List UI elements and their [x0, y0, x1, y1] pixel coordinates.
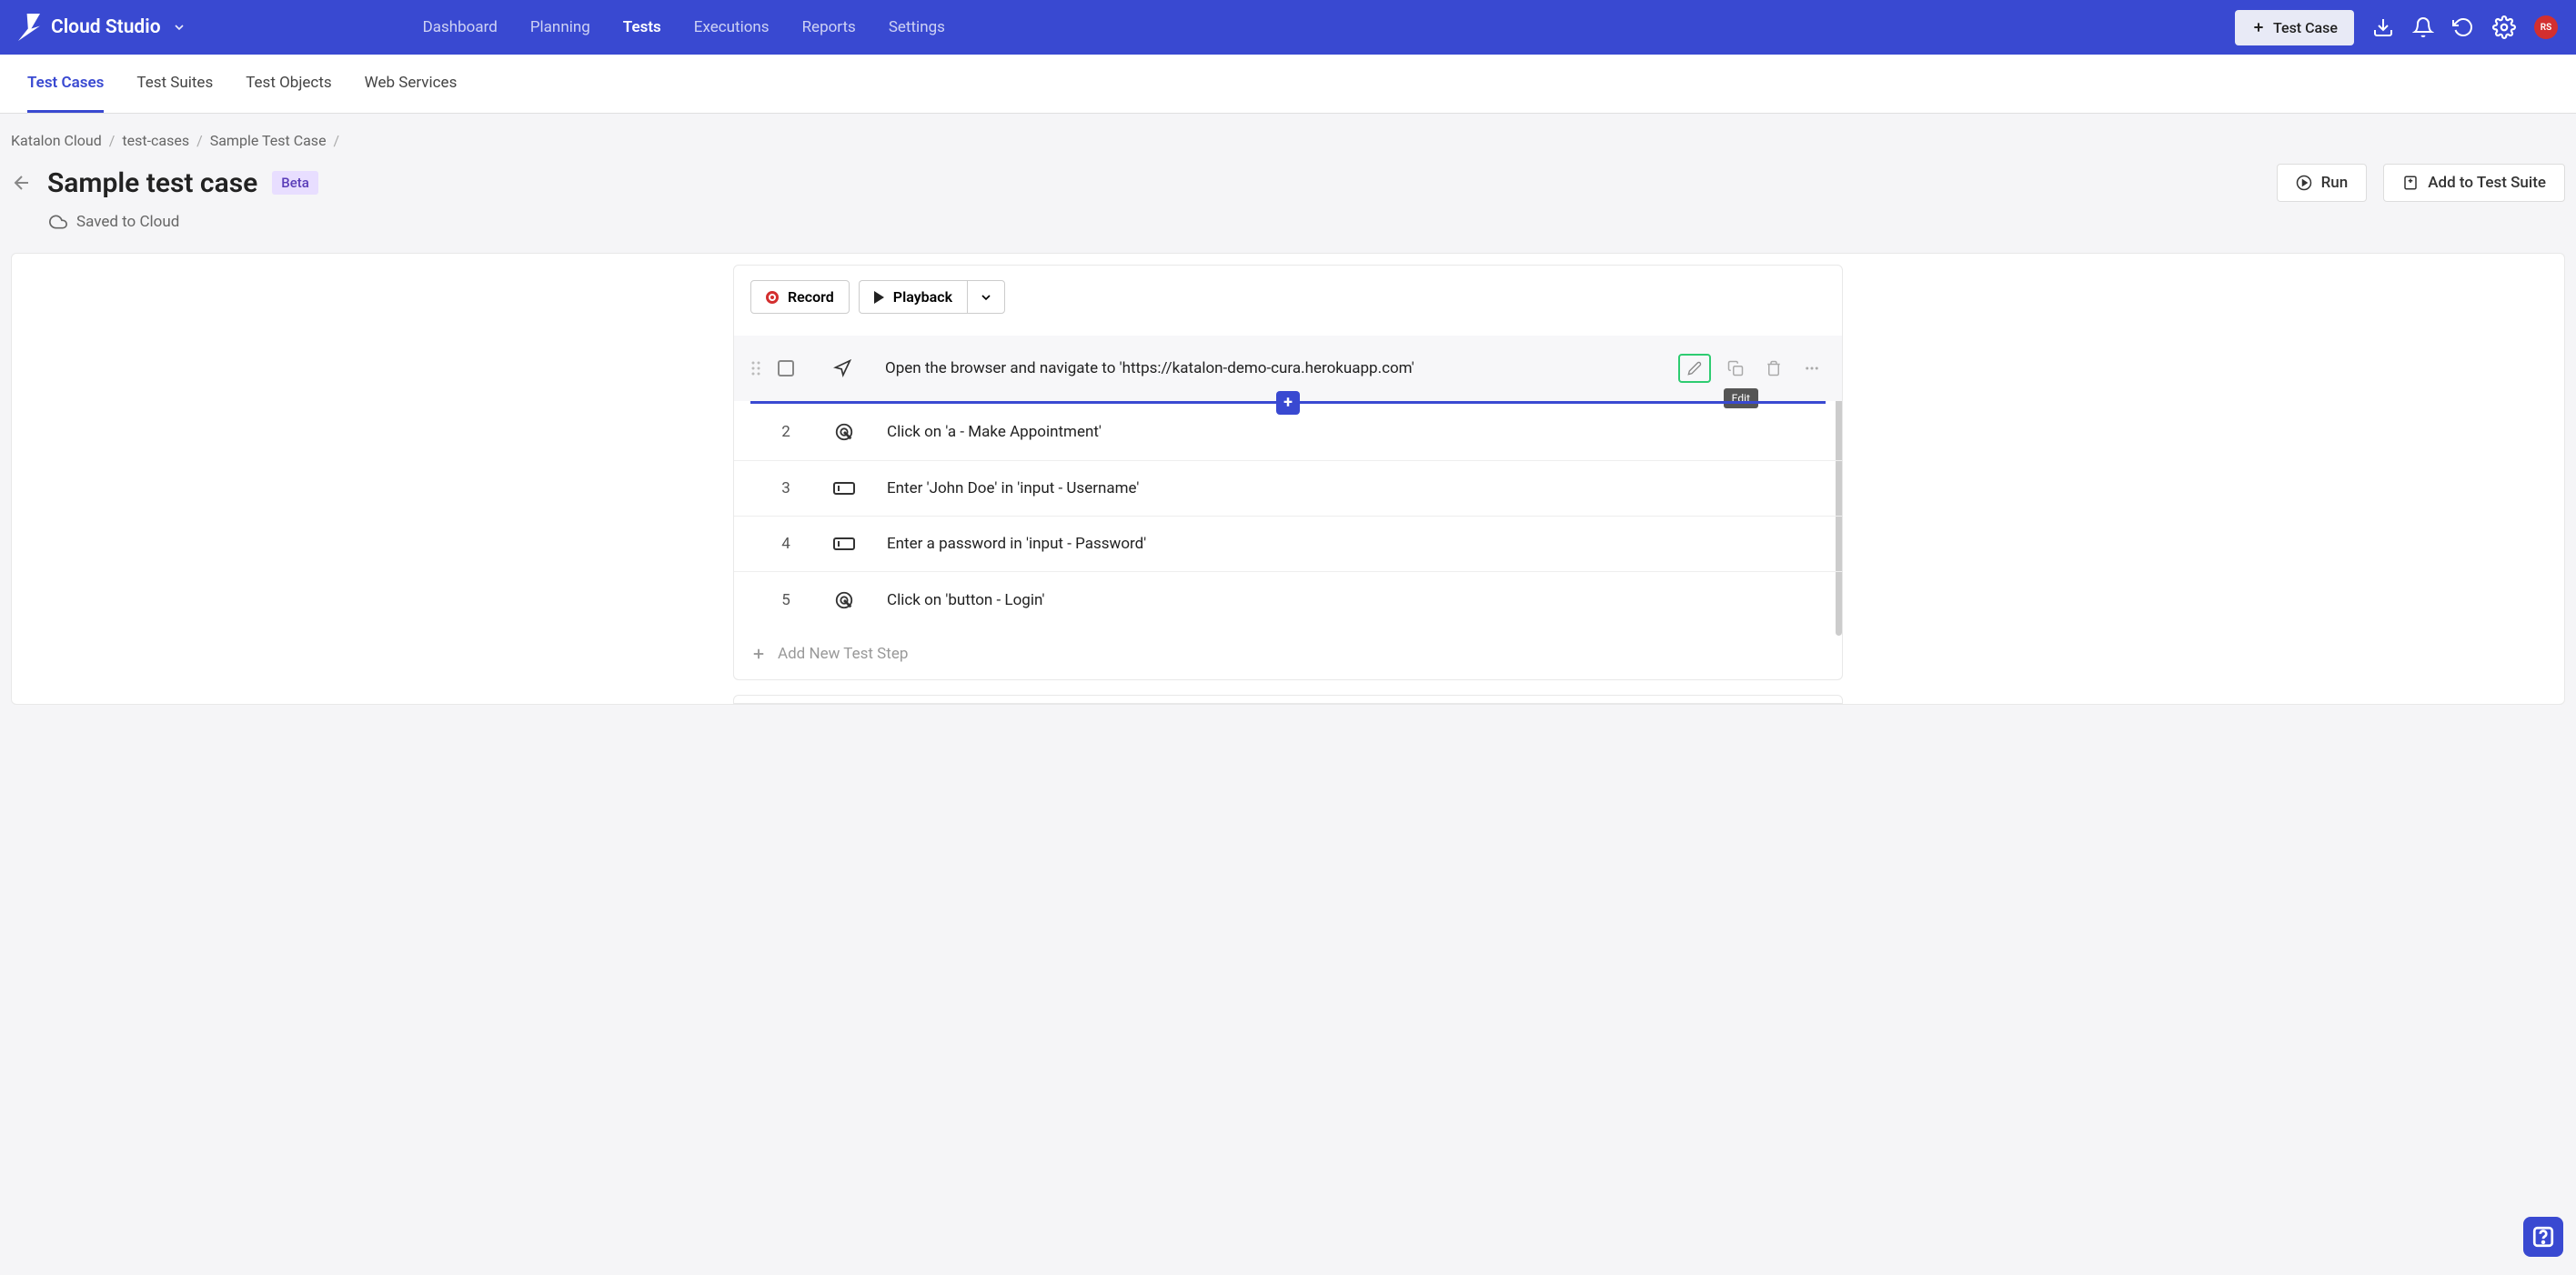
record-icon: [766, 291, 779, 304]
saved-label: Saved to Cloud: [76, 213, 179, 231]
title-actions: Run Add to Test Suite: [2277, 164, 2565, 202]
breadcrumb-item[interactable]: Sample Test Case: [210, 132, 327, 149]
breadcrumb: Katalon Cloud / test-cases / Sample Test…: [11, 132, 2565, 149]
nav-tests[interactable]: Tests: [623, 18, 661, 36]
tab-test-suites[interactable]: Test Suites: [136, 55, 213, 113]
next-panel-peek: [733, 695, 1843, 704]
cloud-icon: [49, 213, 67, 231]
edit-step-button[interactable]: [1678, 354, 1711, 383]
copy-step-button[interactable]: [1722, 355, 1749, 382]
download-icon[interactable]: [2372, 16, 2394, 38]
input-icon: [832, 480, 856, 497]
help-icon: [2531, 1225, 2555, 1249]
add-to-suite-label: Add to Test Suite: [2428, 174, 2546, 192]
step-text: Click on 'button - Login': [887, 591, 1826, 609]
step-row[interactable]: 4 Enter a password in 'input - Password': [734, 517, 1842, 572]
brand-logo-icon: [18, 14, 40, 41]
bell-icon[interactable]: [2412, 16, 2434, 38]
new-testcase-button[interactable]: Test Case: [2235, 10, 2354, 45]
top-nav: Dashboard Planning Tests Executions Repo…: [423, 18, 945, 36]
tab-web-services[interactable]: Web Services: [365, 55, 458, 113]
step-number: 3: [776, 479, 796, 497]
playback-button[interactable]: Playback: [859, 280, 967, 314]
chevron-down-icon[interactable]: [172, 20, 186, 35]
nav-dashboard[interactable]: Dashboard: [423, 18, 498, 36]
saved-status: Saved to Cloud: [49, 213, 2565, 231]
step-text: Enter a password in 'input - Password': [887, 535, 1826, 553]
brand-name: Cloud Studio: [51, 16, 161, 38]
navigate-icon: [830, 359, 854, 377]
history-icon[interactable]: [2452, 16, 2474, 38]
add-to-suite-button[interactable]: Add to Test Suite: [2383, 164, 2565, 202]
record-button[interactable]: Record: [750, 280, 850, 314]
topbar: Cloud Studio Dashboard Planning Tests Ex…: [0, 0, 2576, 55]
record-label: Record: [788, 288, 834, 306]
step-row[interactable]: 3 Enter 'John Doe' in 'input - Username': [734, 461, 1842, 517]
add-step-button[interactable]: Add New Test Step: [734, 628, 1842, 679]
nav-settings[interactable]: Settings: [889, 18, 945, 36]
more-step-button[interactable]: [1798, 355, 1826, 382]
drag-handle-icon[interactable]: [750, 360, 765, 376]
input-icon: [832, 536, 856, 552]
breadcrumb-separator: /: [109, 132, 116, 149]
back-arrow-icon[interactable]: [11, 172, 33, 194]
playback-dropdown-button[interactable]: [967, 280, 1005, 314]
delete-step-button[interactable]: [1760, 355, 1787, 382]
steps-list: Open the browser and navigate to 'https:…: [734, 336, 1842, 628]
content-area: Record Playback: [11, 253, 2565, 705]
subtabs: Test Cases Test Suites Test Objects Web …: [0, 55, 2576, 114]
step-text: Open the browser and navigate to 'https:…: [885, 359, 1678, 377]
run-button[interactable]: Run: [2277, 164, 2368, 202]
step-row[interactable]: 5 Click on 'button - Login': [734, 572, 1842, 628]
brand[interactable]: Cloud Studio: [18, 14, 186, 41]
step-actions: [1678, 354, 1826, 383]
gear-icon[interactable]: [2492, 15, 2516, 39]
nav-reports[interactable]: Reports: [802, 18, 856, 36]
add-step-label: Add New Test Step: [778, 645, 908, 663]
step-checkbox[interactable]: [778, 360, 794, 376]
tab-test-cases[interactable]: Test Cases: [27, 55, 104, 113]
step-text: Enter 'John Doe' in 'input - Username': [887, 479, 1826, 497]
nav-executions[interactable]: Executions: [694, 18, 770, 36]
steps-toolbar: Record Playback: [734, 266, 1842, 314]
new-testcase-label: Test Case: [2273, 19, 2338, 36]
breadcrumb-separator: /: [196, 132, 203, 149]
avatar[interactable]: RS: [2534, 15, 2558, 39]
playback-label: Playback: [893, 288, 952, 306]
step-row[interactable]: 2 Click on 'a - Make Appointment': [734, 404, 1842, 461]
breadcrumb-root[interactable]: Katalon Cloud: [11, 132, 102, 149]
breadcrumb-separator: /: [334, 132, 340, 149]
playback-group: Playback: [859, 280, 1005, 314]
nav-planning[interactable]: Planning: [530, 18, 590, 36]
breadcrumb-folder[interactable]: test-cases: [122, 132, 189, 149]
click-icon: [832, 422, 856, 442]
step-text: Click on 'a - Make Appointment': [887, 423, 1826, 441]
tab-test-objects[interactable]: Test Objects: [246, 55, 331, 113]
topbar-right: Test Case RS: [2235, 10, 2558, 45]
step-number: 2: [776, 423, 796, 441]
step-number: 4: [776, 535, 796, 553]
plus-icon: [750, 646, 767, 662]
play-icon: [874, 291, 884, 304]
step-number: 5: [776, 591, 796, 609]
click-icon: [832, 590, 856, 610]
page-title: Sample test case: [47, 167, 257, 199]
avatar-initials: RS: [2541, 23, 2551, 33]
chevron-down-icon: [979, 290, 993, 305]
run-label: Run: [2321, 174, 2349, 192]
page-header: Katalon Cloud / test-cases / Sample Test…: [0, 114, 2576, 253]
help-widget[interactable]: [2523, 1217, 2563, 1257]
test-steps-panel: Record Playback: [733, 265, 1843, 680]
beta-badge: Beta: [272, 171, 318, 195]
title-row: Sample test case Beta Run Add to Test Su…: [11, 164, 2565, 202]
